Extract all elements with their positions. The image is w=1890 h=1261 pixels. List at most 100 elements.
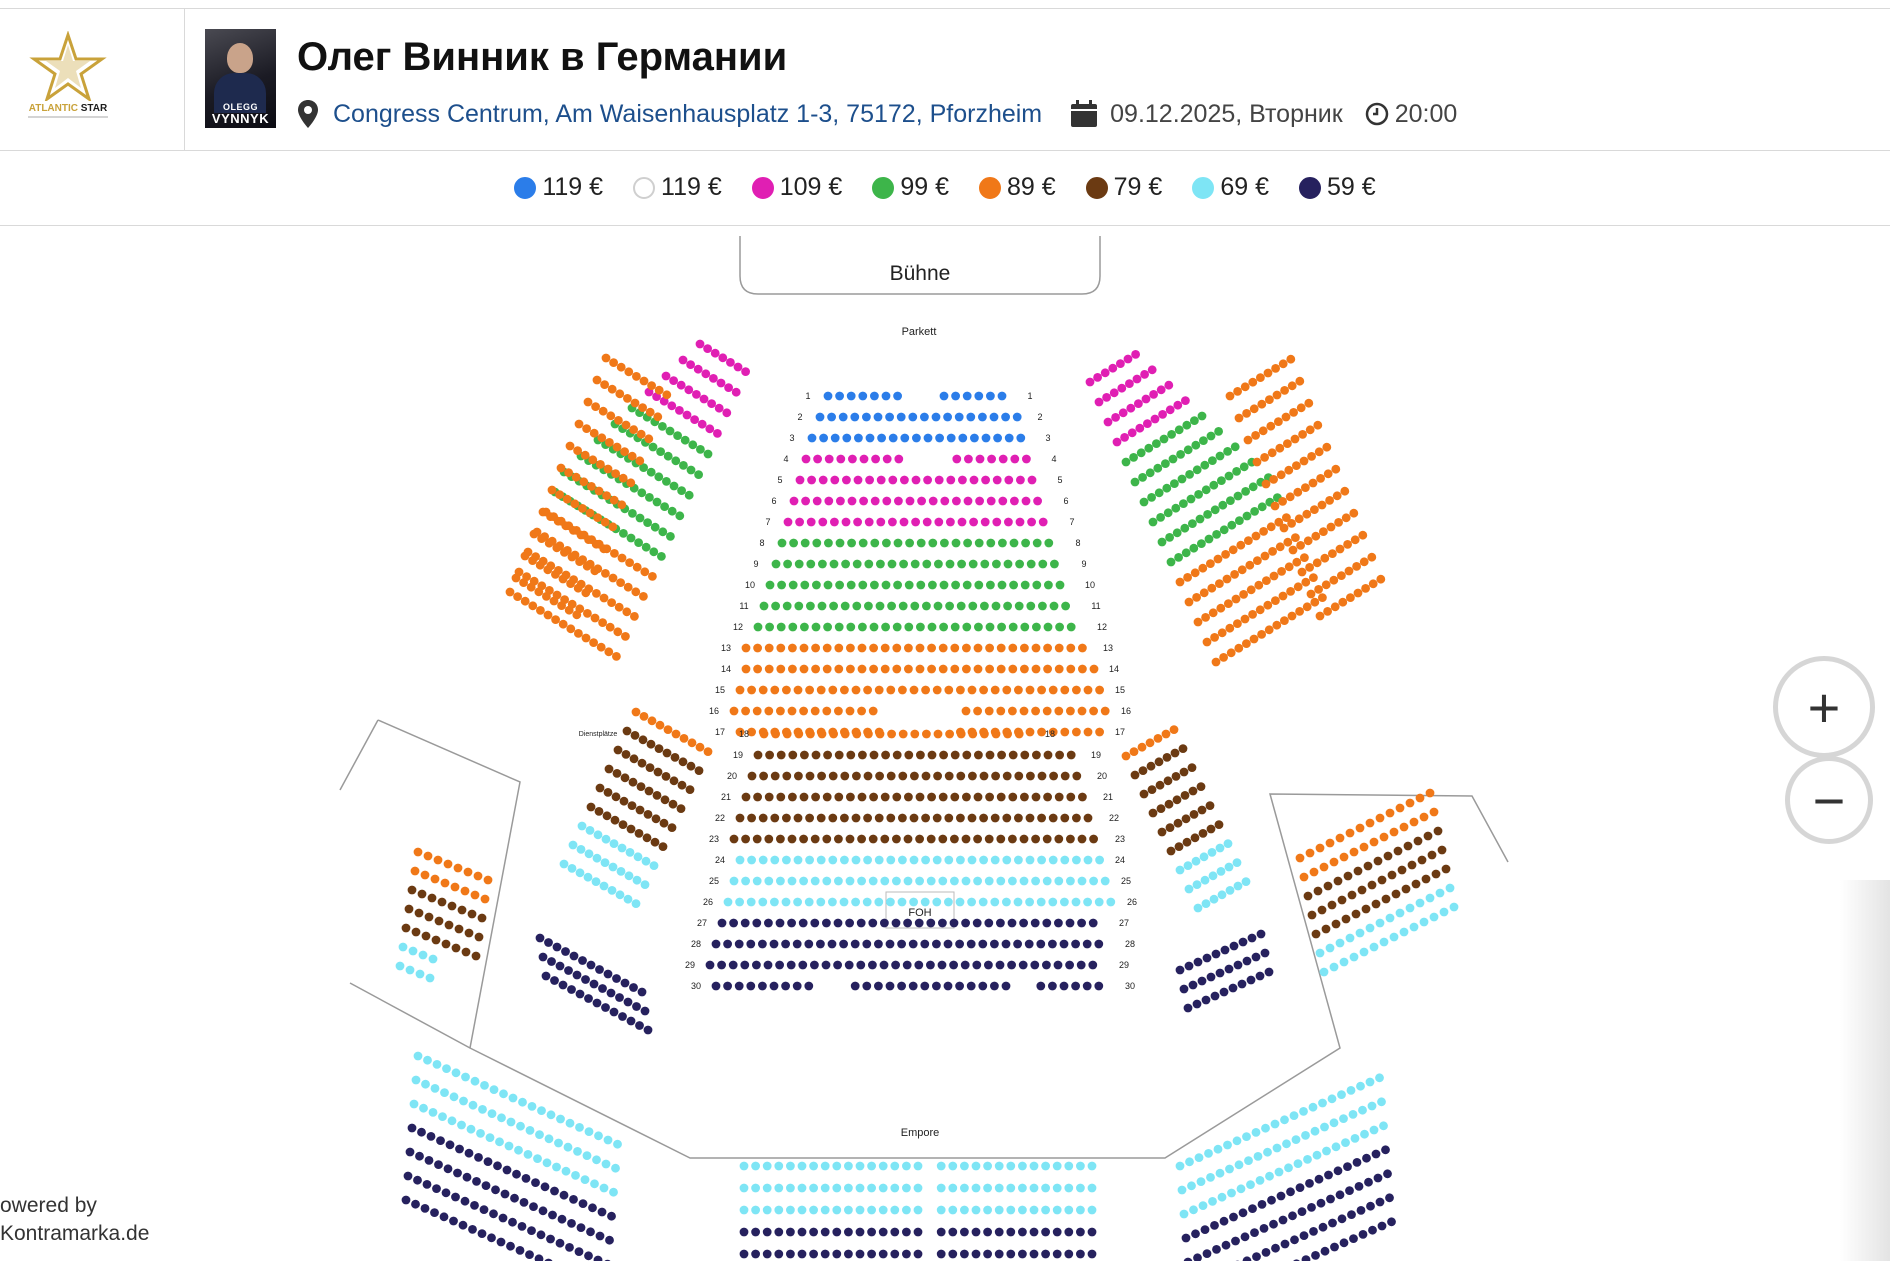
seat[interactable] [553, 516, 563, 526]
seat[interactable] [1345, 828, 1355, 838]
seat[interactable] [762, 1227, 772, 1237]
seat[interactable] [1044, 538, 1054, 548]
seat[interactable] [1154, 488, 1164, 498]
seat[interactable] [903, 918, 912, 928]
seat[interactable] [1234, 1160, 1244, 1170]
seat[interactable] [1139, 789, 1149, 799]
seat[interactable] [455, 1144, 464, 1154]
seat[interactable] [1399, 927, 1409, 937]
seat[interactable] [862, 897, 872, 907]
seat[interactable] [827, 412, 836, 422]
seat[interactable] [1078, 664, 1087, 674]
seat[interactable] [792, 939, 802, 949]
seat[interactable] [946, 475, 956, 485]
seat[interactable] [573, 1147, 582, 1156]
seat[interactable] [786, 1249, 795, 1259]
seat[interactable] [1319, 527, 1328, 536]
seat[interactable] [1132, 374, 1142, 384]
seat[interactable] [1347, 890, 1357, 900]
seat[interactable] [943, 939, 953, 949]
seat[interactable] [1060, 771, 1070, 781]
seat[interactable] [1052, 1205, 1062, 1215]
seat[interactable] [770, 855, 780, 865]
seat[interactable] [1252, 457, 1262, 467]
seat[interactable] [864, 729, 873, 739]
seat[interactable] [1021, 538, 1030, 548]
seat[interactable] [518, 1097, 527, 1107]
seat[interactable] [717, 918, 727, 928]
seat[interactable] [1197, 539, 1206, 548]
seat[interactable] [1409, 817, 1419, 827]
seat[interactable] [417, 1127, 426, 1137]
seat[interactable] [523, 1150, 533, 1159]
seat[interactable] [844, 1205, 853, 1215]
seat[interactable] [1287, 611, 1297, 621]
seat[interactable] [678, 757, 688, 767]
seat[interactable] [592, 375, 602, 385]
seat[interactable] [495, 1137, 504, 1147]
seat[interactable] [616, 362, 626, 372]
seat[interactable] [859, 496, 868, 506]
seat[interactable] [487, 1233, 496, 1243]
seat[interactable] [853, 517, 862, 527]
seat[interactable] [1337, 1090, 1346, 1099]
seat[interactable] [956, 771, 966, 781]
seat[interactable] [603, 969, 613, 979]
seat[interactable] [1076, 960, 1086, 970]
seat[interactable] [569, 951, 579, 961]
seat[interactable] [840, 601, 850, 611]
seat[interactable] [618, 820, 628, 829]
seat[interactable] [409, 1099, 419, 1109]
seat[interactable] [983, 1205, 992, 1215]
seat[interactable] [1146, 761, 1156, 771]
seat[interactable] [635, 1021, 644, 1030]
seat[interactable] [616, 867, 626, 876]
seat[interactable] [591, 539, 601, 549]
seat[interactable] [788, 580, 798, 590]
seat[interactable] [955, 897, 965, 907]
seat[interactable] [936, 1183, 946, 1193]
seat[interactable] [569, 526, 578, 535]
seat[interactable] [1267, 1195, 1276, 1205]
seat[interactable] [1026, 559, 1036, 569]
seat[interactable] [1029, 1161, 1039, 1171]
seat[interactable] [471, 951, 481, 961]
seat[interactable] [734, 981, 744, 991]
seat[interactable] [1021, 496, 1031, 506]
seat[interactable] [820, 1183, 830, 1193]
seat[interactable] [961, 706, 971, 716]
seat[interactable] [932, 897, 942, 907]
seat[interactable] [573, 583, 583, 593]
seat[interactable] [559, 1190, 569, 1200]
seat[interactable] [820, 1227, 830, 1237]
seat[interactable] [1064, 1205, 1074, 1215]
seat[interactable] [787, 834, 797, 844]
seat[interactable] [551, 570, 560, 579]
seat[interactable] [914, 960, 924, 970]
seat[interactable] [927, 750, 937, 760]
seat[interactable] [979, 685, 988, 695]
seat[interactable] [1125, 379, 1134, 388]
seat[interactable] [1325, 496, 1334, 505]
seat[interactable] [847, 496, 857, 506]
seat[interactable] [1042, 706, 1052, 716]
seat[interactable] [444, 920, 454, 930]
seat[interactable] [823, 750, 832, 760]
seat[interactable] [739, 1161, 749, 1171]
seat[interactable] [478, 1105, 487, 1114]
seat[interactable] [1022, 454, 1031, 464]
seat[interactable] [1441, 864, 1451, 874]
seat[interactable] [992, 559, 1001, 569]
seat[interactable] [1288, 1211, 1297, 1221]
seat[interactable] [1217, 890, 1227, 900]
seat[interactable] [1026, 601, 1036, 611]
seat[interactable] [1018, 1205, 1027, 1215]
seat[interactable] [613, 745, 623, 755]
seat[interactable] [612, 652, 621, 661]
seat[interactable] [1156, 513, 1165, 522]
seat[interactable] [695, 742, 705, 752]
seat[interactable] [1136, 448, 1146, 458]
seat[interactable] [1210, 1221, 1219, 1230]
seat[interactable] [850, 939, 860, 949]
seat[interactable] [593, 830, 603, 840]
